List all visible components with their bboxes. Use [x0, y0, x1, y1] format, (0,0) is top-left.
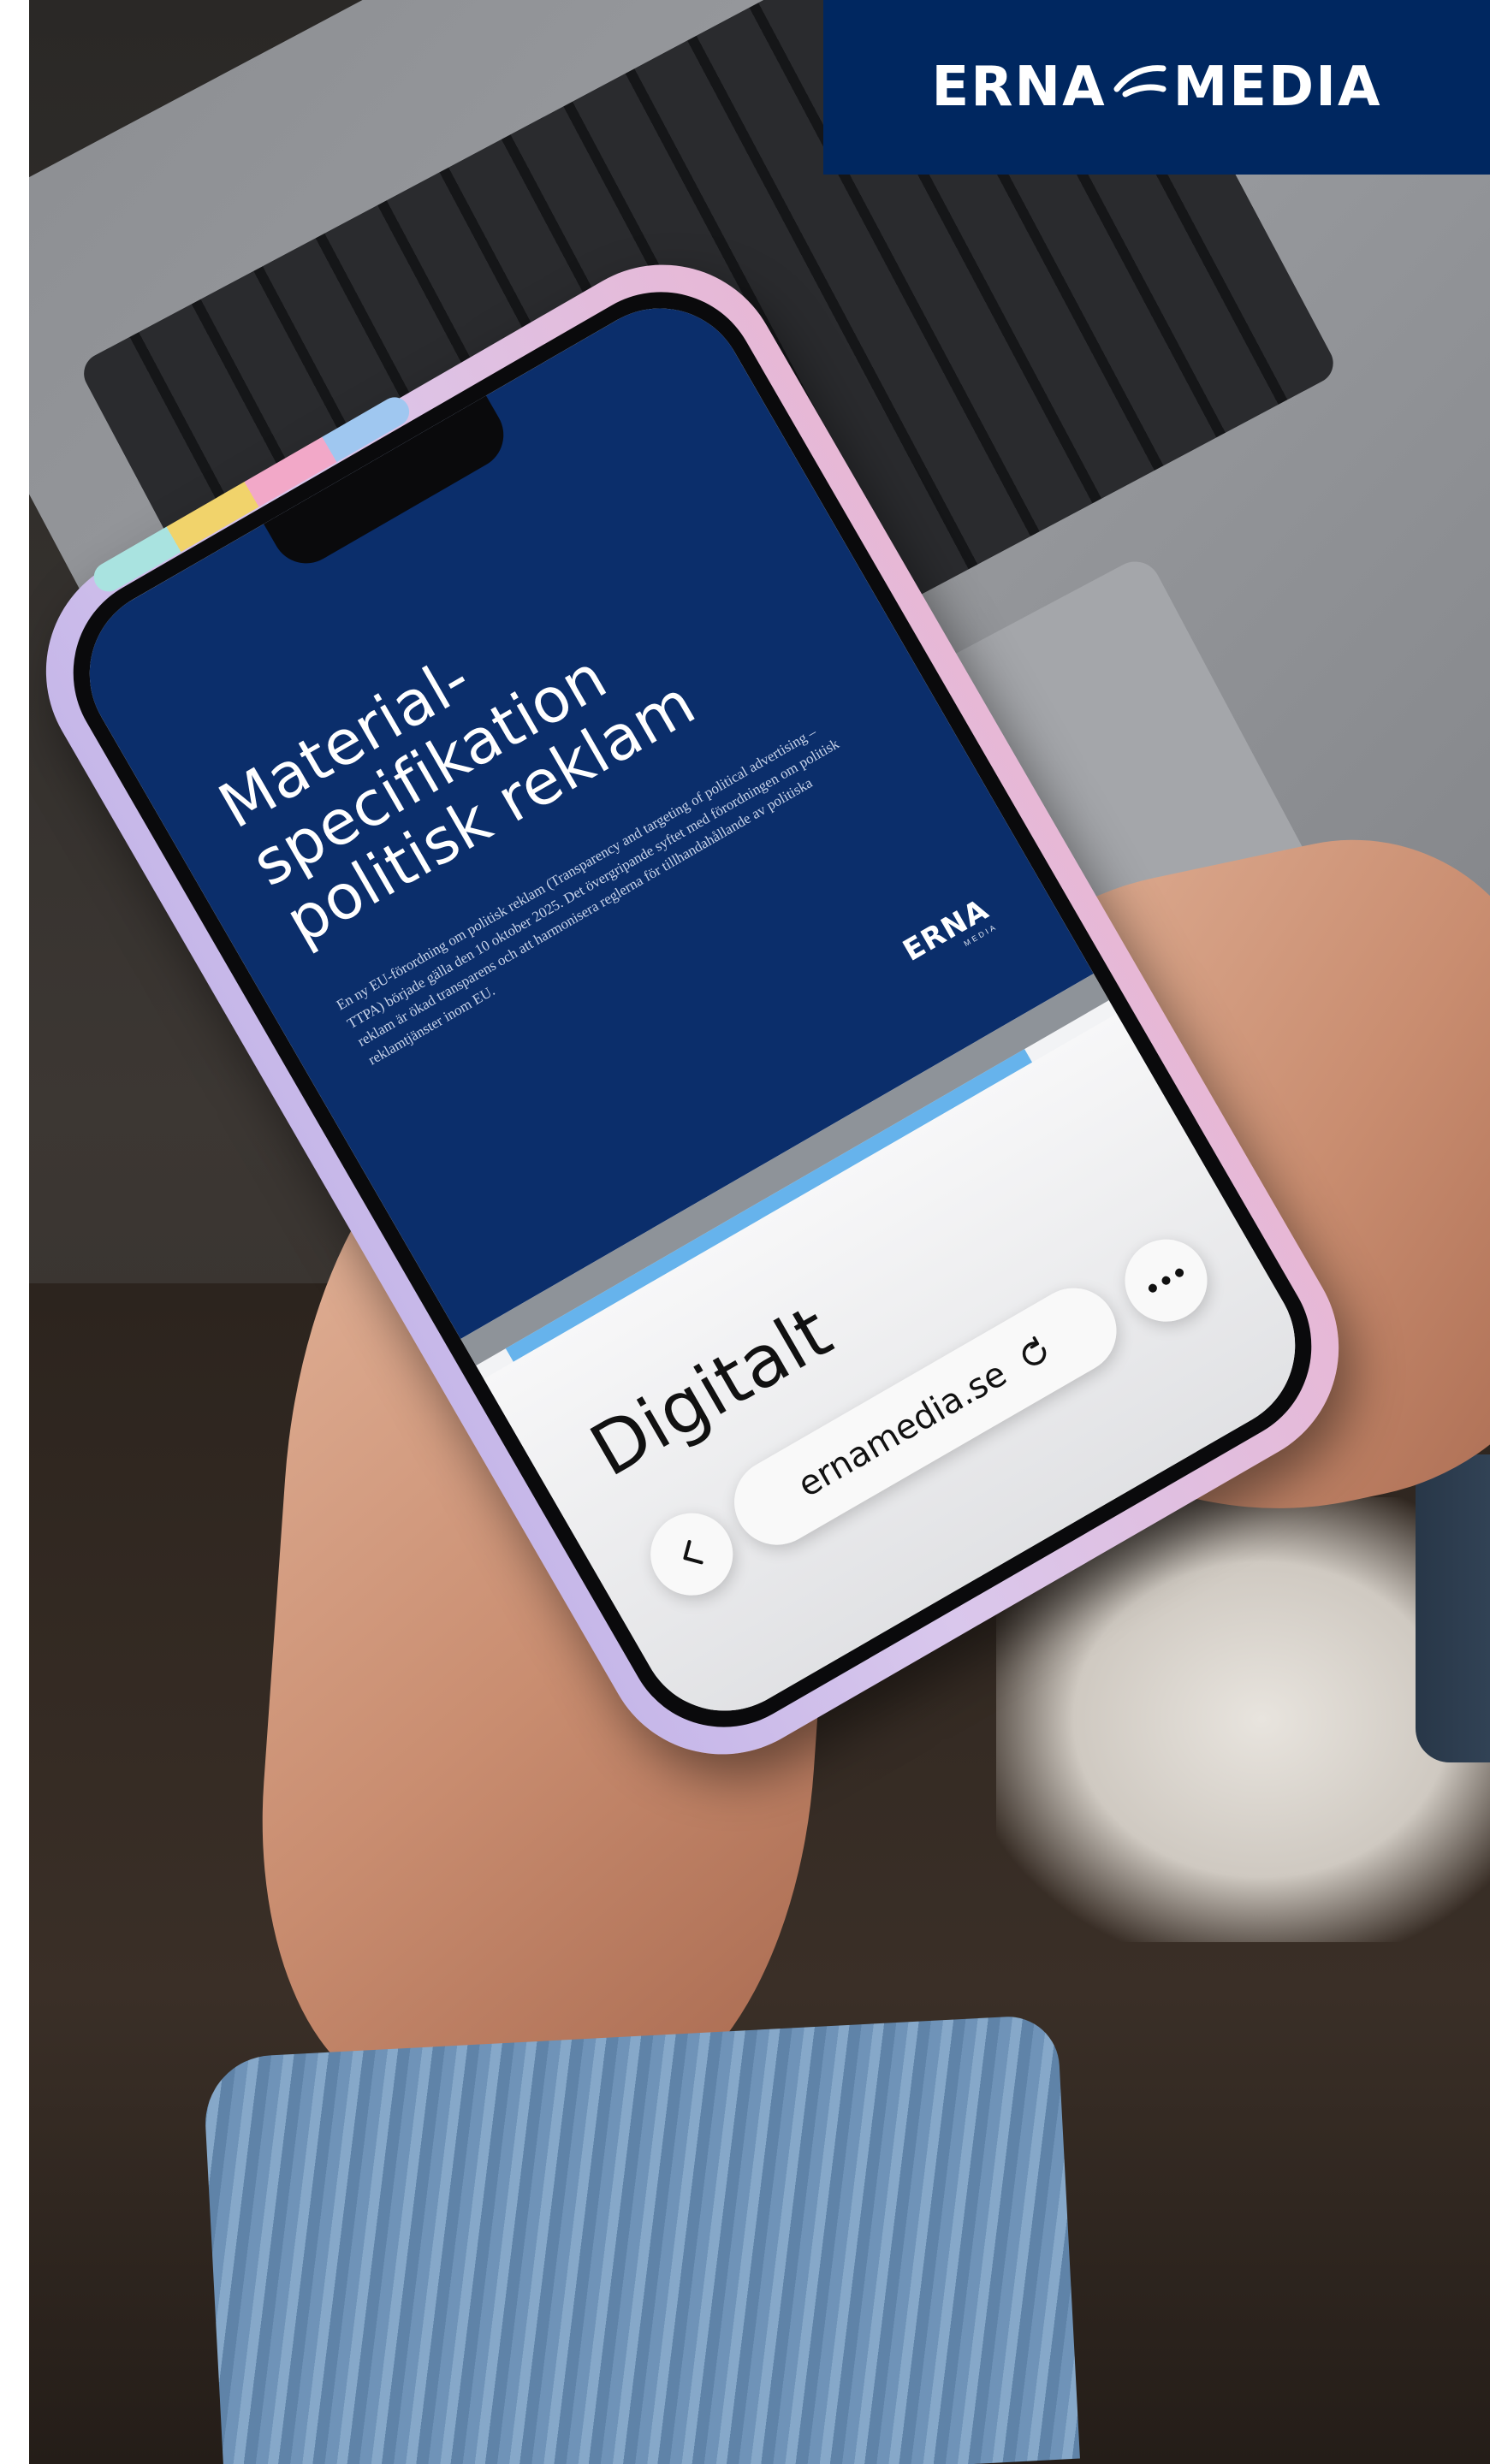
brand-word-right: MEDIA — [1172, 56, 1382, 119]
swoosh-icon — [1113, 65, 1166, 98]
denim-sleeve — [202, 2014, 1080, 2464]
document-logo: ERNA MEDIA — [897, 892, 999, 975]
right-sleeve — [1416, 1454, 1490, 1762]
erna-media-logo[interactable]: ERNA MEDIA — [932, 56, 1382, 119]
more-icon — [1147, 1266, 1185, 1294]
photo-background: Material- specifikation politisk reklam … — [29, 0, 1490, 2464]
brand-word-left: ERNA — [931, 56, 1107, 119]
brand-header: ERNA MEDIA — [823, 0, 1490, 175]
reload-icon[interactable] — [1012, 1330, 1059, 1377]
back-chevron-icon — [683, 1540, 703, 1565]
